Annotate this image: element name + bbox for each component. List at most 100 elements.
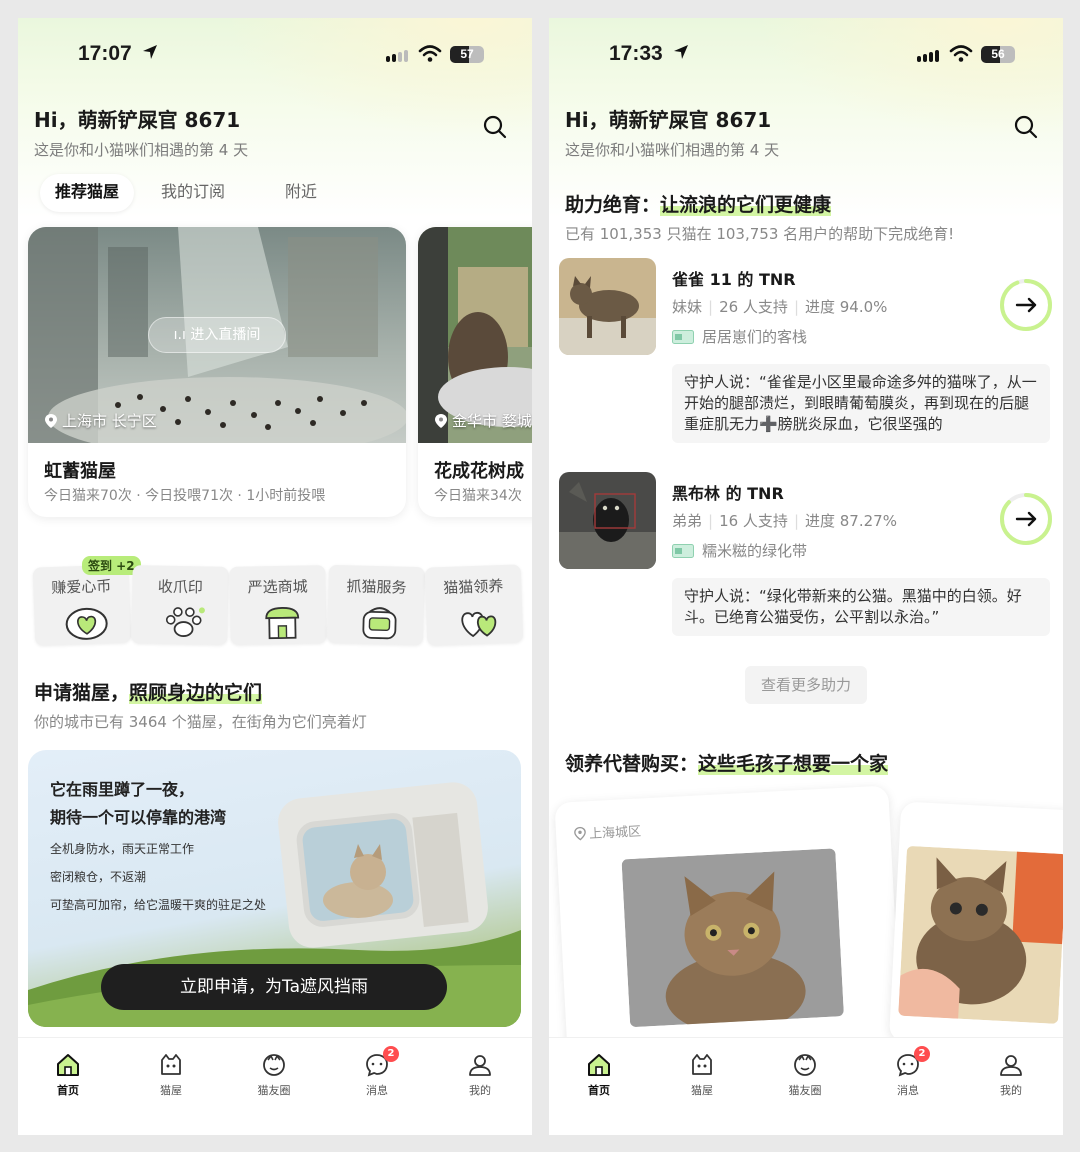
tnr-section-subtitle: 已有 101,353 只猫在 103,753 名用户的帮助下完成绝育! bbox=[565, 225, 955, 243]
bottom-nav: 首页 猫屋 猫友圈 2 消息 我的 bbox=[549, 1037, 1063, 1135]
status-bar: 17:07 57 bbox=[18, 42, 532, 72]
hearts-icon bbox=[461, 612, 497, 638]
shortcut-mall[interactable]: 严选商城 bbox=[229, 565, 327, 645]
banner-feature: 可垫高可加帘，给它温暖干爽的驻足之处 bbox=[50, 898, 267, 912]
home-icon bbox=[57, 1054, 79, 1076]
profile-icon bbox=[1000, 1055, 1022, 1076]
shortcut-paw-prints[interactable]: 收爪印 bbox=[131, 565, 229, 645]
profile-icon bbox=[469, 1055, 491, 1076]
tab-subscriptions[interactable]: 我的订阅 bbox=[146, 174, 240, 212]
card-title: 花成花树成 bbox=[434, 461, 524, 482]
live-bars-icon: ı.ı bbox=[173, 327, 191, 343]
home-screen-tnr: 17:33 56 Hi，萌新铲屎官 8671 这是你和小猫咪们相遇的第 4 天 … bbox=[549, 18, 1063, 1135]
heart-coin-icon bbox=[65, 607, 108, 640]
apply-now-button[interactable]: 立即申请，为Ta遮风挡雨 bbox=[101, 964, 447, 1010]
shortcut-cat-catching[interactable]: 抓猫服务 bbox=[326, 564, 426, 646]
message-count-badge: 2 bbox=[914, 1046, 930, 1062]
shop-icon bbox=[265, 607, 300, 640]
feed-tabs: 推荐猫屋 我的订阅 附近 bbox=[40, 174, 344, 212]
status-time: 17:07 bbox=[78, 42, 158, 66]
tnr-title: 黑布林 的 TNR bbox=[672, 484, 784, 503]
guardian-quote: 守护人说：“绿化带新来的公猫。黑猫中的白领。好斗。已绝育公猫受伤，公平割以永治。… bbox=[672, 578, 1050, 636]
progress-ring-arrow-icon[interactable] bbox=[999, 278, 1053, 332]
banner-headline-2: 期待一个可以停靠的港湾 bbox=[50, 808, 227, 827]
apply-section-title: 申请猫屋，照顾身边的它们 bbox=[34, 682, 263, 704]
nav-messages[interactable]: 2 消息 bbox=[337, 1046, 417, 1098]
cat-circle-icon bbox=[263, 1054, 285, 1076]
paw-icon bbox=[165, 607, 205, 637]
view-more-button[interactable]: 查看更多助力 bbox=[745, 666, 867, 704]
location-arrow-icon bbox=[142, 45, 157, 59]
nav-cat-circle[interactable]: 猫友圈 bbox=[765, 1052, 845, 1098]
banner-feature: 全机身防水，雨天正常工作 bbox=[50, 842, 195, 856]
tnr-location: 糯米糍的绿化带 bbox=[672, 540, 807, 561]
location-arrow-icon bbox=[673, 45, 688, 59]
enter-live-button[interactable]: ı.ı 进入直播间 bbox=[148, 317, 286, 353]
search-icon[interactable] bbox=[1013, 114, 1039, 140]
nav-profile[interactable]: 我的 bbox=[971, 1052, 1051, 1098]
tnr-title: 雀雀 11 的 TNR bbox=[672, 270, 796, 289]
nav-cat-circle[interactable]: 猫友圈 bbox=[234, 1052, 314, 1098]
location-pin-icon bbox=[45, 413, 57, 428]
card-stats: 今日猫来70次 · 今日投喂71次 · 1小时前投喂 bbox=[44, 488, 326, 504]
nav-messages[interactable]: 2 消息 bbox=[868, 1046, 948, 1098]
location-pin-icon bbox=[574, 826, 586, 840]
progress-ring-arrow-icon[interactable] bbox=[999, 492, 1053, 546]
banner-headline-1: 它在雨里蹲了一夜， bbox=[50, 780, 195, 799]
greeting-title: Hi，萌新铲屎官 8671 bbox=[565, 108, 772, 132]
greeting-title: Hi，萌新铲屎官 8671 bbox=[34, 108, 241, 132]
shortcut-adoption[interactable]: 猫猫领养 bbox=[424, 564, 524, 646]
tnr-location: 居居崽们的客栈 bbox=[672, 326, 807, 347]
bottom-nav: 首页 猫屋 猫友圈 2 消息 我的 bbox=[18, 1037, 532, 1135]
card-location: 金华市 婺城 bbox=[434, 410, 532, 431]
cat-house-card[interactable]: ı.ı 进入直播间 上海市 长宁区 虹蓄猫屋 今日猫来70次 · 今日投喂71次… bbox=[28, 227, 406, 517]
nav-home[interactable]: 首页 bbox=[559, 1052, 639, 1098]
search-icon[interactable] bbox=[482, 114, 508, 140]
adoption-location: 上海城区 bbox=[574, 820, 641, 842]
greeting-subtitle: 这是你和小猫咪们相遇的第 4 天 bbox=[565, 141, 780, 159]
adopt-section-title: 领养代替购买：这些毛孩子想要一个家 bbox=[565, 753, 889, 775]
home-icon bbox=[588, 1054, 610, 1076]
message-count-badge: 2 bbox=[383, 1046, 399, 1062]
status-bar: 17:33 56 bbox=[549, 42, 1063, 72]
wifi-icon bbox=[418, 45, 442, 62]
tab-recommended[interactable]: 推荐猫屋 bbox=[40, 174, 135, 212]
cat-house-icon bbox=[692, 1054, 712, 1075]
card-location: 上海市 长宁区 bbox=[44, 410, 157, 431]
cat-house-icon bbox=[161, 1054, 181, 1075]
cat-house-card[interactable]: 金华市 婺城 花成花树成 今日猫来34次 bbox=[418, 227, 532, 517]
kitten-photo bbox=[898, 845, 1063, 1024]
adoption-card[interactable]: 上海城区 bbox=[554, 785, 902, 1063]
card-title: 虹蓄猫屋 bbox=[44, 461, 116, 482]
cellular-signal-icon bbox=[917, 50, 939, 62]
kitten-photo bbox=[621, 848, 844, 1028]
tnr-meta: 弟弟 | 16 人支持 | 进度 87.27% bbox=[672, 512, 897, 530]
wifi-icon bbox=[949, 45, 973, 62]
banner-feature: 密闭粮仓，不返潮 bbox=[50, 870, 147, 884]
battery-indicator: 56 bbox=[981, 46, 1015, 63]
tnr-item[interactable]: 雀雀 11 的 TNR 妹妹 | 26 人支持 | 进度 94.0% 居居崽们的客栈 守… bbox=[559, 258, 1053, 458]
tnr-item[interactable]: 黑布林 的 TNR 弟弟 | 16 人支持 | 进度 87.27% 糯米糍的绿化带 守护… bbox=[559, 472, 1053, 672]
shortcut-earn-coins[interactable]: 赚爱心币 bbox=[32, 564, 132, 646]
carrier-icon bbox=[362, 607, 397, 640]
nav-cat-house[interactable]: 猫屋 bbox=[662, 1052, 742, 1098]
house-card-icon bbox=[672, 329, 694, 344]
status-time: 17:33 bbox=[609, 42, 689, 66]
tab-nearby[interactable]: 附近 bbox=[270, 174, 332, 212]
nav-cat-house[interactable]: 猫屋 bbox=[131, 1052, 211, 1098]
battery-indicator: 57 bbox=[450, 46, 484, 63]
adoption-card[interactable] bbox=[888, 801, 1063, 1051]
shortcut-row: 赚爱心币 签到 +2 收爪印 严选商城 抓猫服务 猫猫领养 bbox=[30, 556, 524, 646]
nav-profile[interactable]: 我的 bbox=[440, 1052, 520, 1098]
apply-section-subtitle: 你的城市已有 3464 个猫屋，在街角为它们亮着灯 bbox=[34, 713, 367, 731]
apply-banner[interactable]: 它在雨里蹲了一夜， 期待一个可以停靠的港湾 全机身防水，雨天正常工作 密闭粮仓，… bbox=[28, 750, 521, 1027]
greeting-subtitle: 这是你和小猫咪们相遇的第 4 天 bbox=[34, 141, 249, 159]
card-stats: 今日猫来34次 bbox=[434, 488, 522, 504]
cat-circle-icon bbox=[794, 1054, 816, 1076]
location-pin-icon bbox=[435, 413, 447, 428]
tnr-section-title: 助力绝育：让流浪的它们更健康 bbox=[565, 194, 832, 216]
nav-home[interactable]: 首页 bbox=[28, 1052, 108, 1098]
cat-photo bbox=[559, 472, 656, 569]
guardian-quote: 守护人说：“雀雀是小区里最命途多舛的猫咪了，从一开始的腿部溃烂，到眼睛葡萄膜炎，… bbox=[672, 364, 1050, 443]
home-screen-recommend: 17:07 57 Hi，萌新铲屎官 8671 这是你和小猫咪们相遇的第 4 天 … bbox=[18, 18, 532, 1135]
